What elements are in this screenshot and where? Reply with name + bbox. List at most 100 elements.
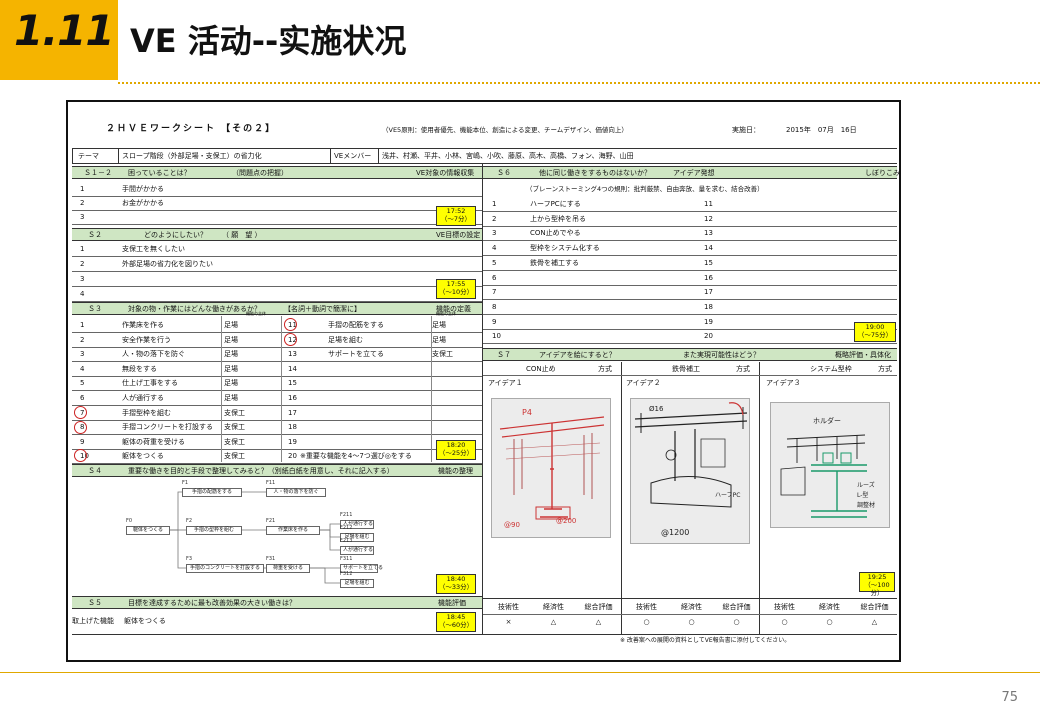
eval-mark: △ [550, 618, 557, 626]
eval-mark: ○ [688, 618, 695, 626]
function-tag: F213 [340, 538, 353, 544]
eval-header: 経済性 [819, 603, 840, 611]
s3-owner: 足場 [224, 379, 238, 388]
s6-row-line [483, 255, 897, 257]
s3-num-right: 15 [288, 379, 297, 388]
date-label: 実施日： [732, 126, 760, 134]
function-tag: F1 [182, 480, 189, 486]
s3-function: 躯体をつくる [122, 452, 164, 461]
idea3-label-loose: ルーズ [857, 481, 875, 489]
function-tree-edge [310, 567, 340, 584]
s3-owner: 支保工 [224, 437, 245, 446]
s3-owner: 足場 [224, 335, 238, 344]
idea3-method-label: 方式 [878, 365, 892, 373]
s6-idea: 上から型枠を吊る [530, 214, 586, 223]
s6-num: 5 [492, 258, 497, 267]
s3-owner: 支保工 [224, 423, 245, 432]
s6-num-right: 13 [704, 229, 713, 238]
s6-num-right: 11 [704, 200, 713, 208]
s3-num-right: 19 [288, 437, 297, 446]
s3-owner-label-a: 機能の主体 [246, 311, 266, 316]
s12-row-line [72, 196, 482, 197]
ve-principles: （VE5原則：使用者優先、機能本位、創造による変更、チームデザイン、価値向上） [382, 126, 628, 134]
s3-row-line [72, 448, 482, 450]
idea2-label-1200: @1200 [661, 528, 689, 537]
eval-header: 総合評価 [584, 603, 613, 611]
idea2-method: 鉄骨補工 [672, 365, 700, 373]
idea1-method-label: 方式 [598, 365, 612, 373]
s3-owner: 支保工 [224, 408, 245, 417]
eval-mark: △ [871, 618, 878, 626]
function-node: 作業床を作る [266, 526, 320, 535]
s6-num-right: 17 [704, 288, 713, 297]
function-node: 手摺のコンクリートを打設する [186, 564, 264, 573]
bottom-divider [0, 672, 1040, 673]
s3-owner: 足場 [224, 350, 238, 359]
function-node: 手摺の配筋をする [182, 488, 242, 497]
s3-row-line [72, 390, 482, 392]
s3-time: 18:20 （〜25分） [436, 440, 476, 460]
s4-header: Ｓ４ 重要な働きを目的と手段で整理してみると？（別紙白紙を用意し、それに記入する… [72, 464, 482, 477]
page-number: 75 [1001, 690, 1018, 705]
s3-row-line [72, 434, 482, 436]
s12-row-line [72, 210, 482, 211]
idea3-sketch: ホルダー ルーズ L-型 調整材 [770, 402, 890, 528]
s6-idea: CON止めでやる [530, 229, 581, 238]
members-value: 浅井、村瀬、平井、小林、宮嶋、小吹、藤原、高木、高橋、フォン、海野、山田 [382, 152, 634, 160]
s3-num-right: 13 [288, 350, 297, 359]
s2-row-line [72, 286, 482, 287]
s3-num-right: 14 [288, 364, 297, 373]
function-tag: F11 [266, 480, 276, 486]
s12-item: お金がかかる [122, 199, 164, 207]
eval-header: 技術性 [498, 603, 519, 611]
idea1-label-p4: P4 [522, 408, 532, 417]
s3-num: 2 [80, 335, 85, 344]
s6-num: 3 [492, 229, 497, 238]
s6-num: 9 [492, 317, 497, 326]
s3-num-right: 17 [288, 408, 297, 417]
idea2-label-half-pc: ハーフPC [715, 492, 740, 499]
eval-mark: ○ [826, 618, 833, 626]
function-tag: F212 [340, 525, 353, 531]
function-tree-edge [320, 529, 340, 551]
s3-function: 作業床を作る [122, 321, 164, 329]
s3-num-right: 16 [288, 394, 297, 402]
s6-row-line [483, 269, 897, 271]
s3-owner-right: 足場 [432, 321, 446, 329]
s2-num: 4 [80, 290, 85, 298]
s3-row-line [72, 361, 482, 363]
idea1-sketch: P4 @200 @90 [491, 398, 611, 538]
s12-num: 2 [80, 199, 85, 207]
s12-header: Ｓ１－２ 困っていることは？ （問題点の把握） VE対象の情報収集 [72, 166, 482, 179]
idea1-label-90: @90 [504, 521, 520, 529]
s6-row-line [483, 313, 897, 315]
s3-circle-7 [74, 406, 87, 419]
s3-owner: 足場 [224, 394, 238, 402]
s6-num: 2 [492, 214, 497, 223]
eval-mark: △ [595, 618, 602, 626]
s6-num: 4 [492, 244, 497, 253]
s2-num: 2 [80, 260, 85, 268]
s12-num: 1 [80, 185, 85, 193]
s3-function-right: 足場を組む [328, 335, 363, 344]
s7-time: 19:25 （〜100分） [859, 572, 895, 597]
s6-row-line [483, 211, 897, 212]
eval-header: 経済性 [681, 603, 702, 611]
function-tag: F0 [126, 518, 133, 524]
s2-num: 1 [80, 245, 85, 253]
s3-owner-right: 支保工 [432, 350, 453, 359]
function-tree-edge [320, 523, 340, 531]
s6-row-line [483, 299, 897, 301]
s3-owner: 足場 [224, 364, 238, 373]
s6-num: 6 [492, 273, 497, 282]
function-tag: F2 [186, 518, 193, 524]
idea1-method: CON止め [526, 365, 556, 373]
function-tag: F31 [266, 556, 276, 562]
s7-header: Ｓ７ アイデアを絵にすると？ また実現可能性はどう？ 概略評価・具体化 [483, 348, 897, 361]
s3-circle-10 [74, 449, 87, 462]
s3-function-right: サポートを立てる [328, 350, 384, 359]
function-node: 荷重を受ける [266, 564, 310, 573]
function-tree-edge [170, 529, 186, 569]
idea2-sketch: Ø16 @1200 ハーフPC [630, 398, 750, 544]
s6-rule: （ブレーンストーミング4つの規則：批判厳禁、自由奔放、量を求む、結合改善） [526, 185, 764, 193]
